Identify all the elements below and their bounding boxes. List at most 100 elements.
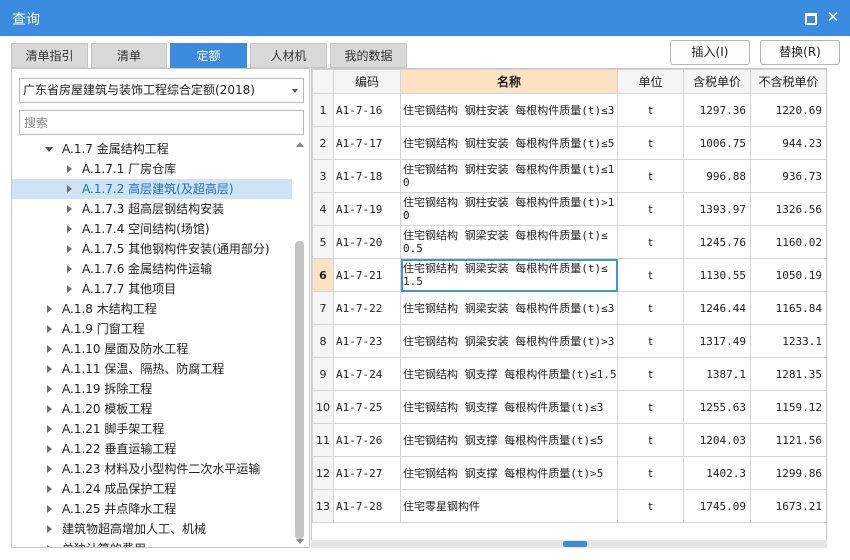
tree-scrollbar[interactable] [294,139,306,547]
col-header-code[interactable]: 编码 [333,69,401,94]
cell-unit[interactable]: t [617,324,684,358]
expand-right-icon[interactable] [47,525,52,533]
row-index[interactable]: 12 [312,456,334,490]
expand-right-icon[interactable] [67,205,72,213]
scroll-up-icon[interactable] [296,142,304,147]
row-index[interactable]: 8 [312,324,334,358]
scrollbar-thumb[interactable] [295,241,304,539]
cell-tax-price[interactable]: 1204.03 [683,423,751,457]
expand-right-icon[interactable] [67,225,72,233]
tab-bill-guide[interactable]: 清单指引 [11,43,88,68]
cell-no-tax-price[interactable]: 1299.86 [750,456,826,490]
col-header-tax-price[interactable]: 含税单价 [683,69,751,94]
cell-unit[interactable]: t [617,390,684,424]
row-index[interactable]: 9 [312,357,334,391]
tree-item[interactable]: A.1.23 材料及小型构件二次水平运输 [12,459,292,479]
cell-code[interactable]: A1-7-26 [333,423,401,457]
cell-name[interactable]: 住宅钢结构 钢梁安装 每根构件质量(t)≤0.5 [400,225,618,259]
cell-name[interactable]: 住宅钢结构 钢梁安装 每根构件质量(t)≤1.5 [400,258,618,292]
cell-tax-price[interactable]: 1402.3 [683,456,751,490]
table-row[interactable]: 4 A1-7-19 住宅钢结构 钢柱安装 每根构件质量(t)>10 t 1393.97 1… [312,192,826,226]
table-row[interactable]: 1 A1-7-16 住宅钢结构 钢柱安装 每根构件质量(t)≤3 t 1297.36 12… [312,93,826,127]
cell-unit[interactable]: t [617,225,684,259]
table-row[interactable]: 5 A1-7-20 住宅钢结构 钢梁安装 每根构件质量(t)≤0.5 t 1245.76… [312,225,826,259]
tree-item[interactable]: A.1.7.6 金属结构件运输 [12,259,292,279]
cell-name[interactable]: 住宅钢结构 钢支撑 每根构件质量(t)≤1.5 [400,357,618,391]
row-index[interactable]: 11 [312,423,334,457]
cell-unit[interactable]: t [617,192,684,226]
tree-item[interactable]: A.1.25 井点降水工程 [12,499,292,519]
cell-tax-price[interactable]: 1006.75 [683,126,751,160]
tree-item[interactable]: A.1.7.3 超高层钢结构安装 [12,199,292,219]
cell-name[interactable]: 住宅钢结构 钢支撑 每根构件质量(t)≤5 [400,423,618,457]
table-row[interactable]: 3 A1-7-18 住宅钢结构 钢柱安装 每根构件质量(t)≤10 t 996.88 93… [312,159,826,193]
search-input[interactable] [19,110,304,135]
expand-right-icon[interactable] [67,165,72,173]
row-index[interactable]: 5 [312,225,334,259]
cell-tax-price[interactable]: 1745.09 [683,489,751,523]
table-row[interactable]: 2 A1-7-17 住宅钢结构 钢柱安装 每根构件质量(t)≤5 t 1006.75 94… [312,126,826,160]
cell-unit[interactable]: t [617,258,684,292]
cell-no-tax-price[interactable]: 1233.1 [750,324,826,358]
tree-item[interactable]: 建筑物超高增加人工、机械 [12,519,292,539]
cell-code[interactable]: A1-7-25 [333,390,401,424]
expand-right-icon[interactable] [47,425,52,433]
cell-tax-price[interactable]: 1297.36 [683,93,751,127]
table-row[interactable]: 8 A1-7-23 住宅钢结构 钢梁安装 每根构件质量(t)>3 t 1317.49 12… [312,324,826,358]
tree-item[interactable]: A.1.22 垂直运输工程 [12,439,292,459]
cell-unit[interactable]: t [617,291,684,325]
col-header-unit[interactable]: 单位 [617,69,684,94]
cell-code[interactable]: A1-7-28 [333,489,401,523]
tree-item[interactable]: 单独计算的费用 [12,539,292,547]
cell-no-tax-price[interactable]: 1159.12 [750,390,826,424]
row-index[interactable]: 4 [312,192,334,226]
tree-item[interactable]: A.1.7.5 其他钢构件安装(通用部分) [12,239,292,259]
tab-my-data[interactable]: 我的数据 [330,43,407,68]
cell-code[interactable]: A1-7-22 [333,291,401,325]
cell-name[interactable]: 住宅零星钢构件 [400,489,618,523]
expand-right-icon[interactable] [47,325,52,333]
cell-code[interactable]: A1-7-27 [333,456,401,490]
cell-name[interactable]: 住宅钢结构 钢梁安装 每根构件质量(t)>3 [400,324,618,358]
table-horizontal-scrollbar[interactable] [311,540,827,548]
col-header-no-tax-price[interactable]: 不含税单价 [750,69,826,94]
cell-name[interactable]: 住宅钢结构 钢支撑 每根构件质量(t)≤3 [400,390,618,424]
cell-no-tax-price[interactable]: 944.23 [750,126,826,160]
expand-right-icon[interactable] [47,445,52,453]
cell-no-tax-price[interactable]: 936.73 [750,159,826,193]
expand-right-icon[interactable] [47,405,52,413]
maximize-icon[interactable] [801,8,819,26]
cell-code[interactable]: A1-7-17 [333,126,401,160]
tab-bill[interactable]: 清单 [91,43,167,68]
cell-tax-price[interactable]: 1317.49 [683,324,751,358]
row-index[interactable]: 13 [312,489,334,523]
replace-button[interactable]: 替换(R) [760,40,840,65]
tree-item[interactable]: A.1.24 成品保护工程 [12,479,292,499]
tree-item[interactable]: A.1.10 屋面及防水工程 [12,339,292,359]
cell-code[interactable]: A1-7-19 [333,192,401,226]
expand-right-icon[interactable] [47,345,52,353]
cell-code[interactable]: A1-7-16 [333,93,401,127]
insert-button[interactable]: 插入(I) [670,40,750,65]
cell-no-tax-price[interactable]: 1326.56 [750,192,826,226]
cell-unit[interactable]: t [617,93,684,127]
row-index[interactable]: 7 [312,291,334,325]
cell-code[interactable]: A1-7-24 [333,357,401,391]
cell-no-tax-price[interactable]: 1050.19 [750,258,826,292]
cell-tax-price[interactable]: 996.88 [683,159,751,193]
tab-quota[interactable]: 定额 [170,43,247,68]
scroll-handle-icon[interactable] [563,541,587,547]
expand-right-icon[interactable] [47,385,52,393]
row-index[interactable]: 1 [312,93,334,127]
col-header-name[interactable]: 名称 [400,69,618,94]
cell-no-tax-price[interactable]: 1160.02 [750,225,826,259]
cell-tax-price[interactable]: 1246.44 [683,291,751,325]
cell-code[interactable]: A1-7-18 [333,159,401,193]
table-row[interactable]: 6 A1-7-21 住宅钢结构 钢梁安装 每根构件质量(t)≤1.5 t 1130.55… [312,258,826,292]
cell-unit[interactable]: t [617,489,684,523]
expand-right-icon[interactable] [47,485,52,493]
expand-down-icon[interactable] [45,147,53,152]
tree-item[interactable]: A.1.19 拆除工程 [12,379,292,399]
cell-tax-price[interactable]: 1393.97 [683,192,751,226]
cell-tax-price[interactable]: 1255.63 [683,390,751,424]
